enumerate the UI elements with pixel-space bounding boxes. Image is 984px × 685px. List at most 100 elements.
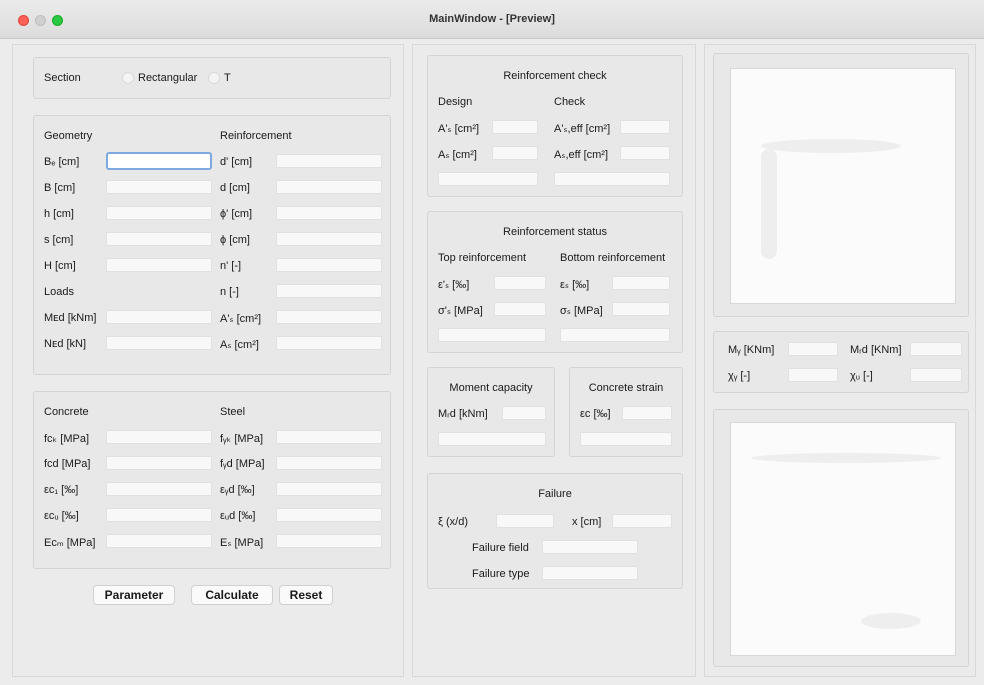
fyk-input[interactable] [276,430,382,444]
parameter-button[interactable]: Parameter [93,585,175,605]
med-input[interactable] [106,310,212,324]
mrd-curv-output [910,342,962,356]
reinforcement-check-title: Reinforcement check [503,70,607,82]
check-label: Check [554,96,586,108]
failure-title: Failure [538,488,572,500]
asprime-design-label: A'ₛ [cm²] [438,123,480,135]
my-output [788,342,838,356]
phiprime-label: ϕ' [cm] [220,208,253,220]
be-label: Bₑ [cm] [44,156,80,168]
eud-input[interactable] [276,508,382,522]
t-section-radio[interactable] [208,72,220,84]
d-label: d [cm] [220,182,250,194]
concrete-strain-group: Concrete strain εᴄ [‰] [569,367,683,457]
failure-field-output [542,540,638,554]
check-status-output [554,172,670,186]
fck-input[interactable] [106,430,212,444]
mrd-label: Mᵣd [kNm] [438,408,488,420]
as-eff-output [620,146,670,160]
top-status-output [438,328,546,342]
asprime-eff-label: A'ₛ,eff [cm²] [554,123,611,135]
reset-button[interactable]: Reset [279,585,333,605]
rectangular-radio-label[interactable]: Rectangular [138,72,197,84]
fcd-input[interactable] [106,456,212,470]
fcd-label: fᴄd [MPa] [44,458,91,470]
plots-panel: Mᵧ [KNm] Mᵣd [KNm] χᵧ [-] χᵤ [-] [704,44,976,677]
d-input[interactable] [276,180,382,194]
phi-label: ϕ [cm] [220,234,250,246]
phiprime-input[interactable] [276,206,382,220]
es-input[interactable] [276,534,382,548]
asprime-input[interactable] [276,310,382,324]
xi-output [496,514,554,528]
moment-capacity-title: Moment capacity [449,382,533,394]
asprime-eff-output [620,120,670,134]
as-input[interactable] [276,336,382,350]
sig-bottom-label: σₛ [MPa] [560,305,603,317]
nprime-input[interactable] [276,258,382,272]
t-section-radio-label[interactable]: T [224,72,231,84]
reinforcement-status-group: Reinforcement status Top reinforcement B… [427,211,683,353]
concrete-title: Concrete [44,406,89,418]
n-input[interactable] [276,284,382,298]
mrd-curv-label: Mᵣd [KNm] [850,344,902,356]
results-panel: Reinforcement check Design Check A'ₛ [cm… [412,44,696,677]
hh-input[interactable] [106,258,212,272]
reinforcement-status-title: Reinforcement status [503,226,607,238]
hh-label: H [cm] [44,260,76,272]
sig-top-label: σ'ₛ [MPa] [438,305,483,317]
ned-input[interactable] [106,336,212,350]
b-input[interactable] [106,180,212,194]
as-eff-label: Aₛ,eff [cm²] [554,149,609,161]
curvature-group: Mᵧ [KNm] Mᵣd [KNm] χᵧ [-] χᵤ [-] [713,331,969,393]
failure-group: Failure ξ (x/d) x [cm] Failure field Fai… [427,473,683,589]
ecm-input[interactable] [106,534,212,548]
moment-capacity-group: Moment capacity Mᵣd [kNm] [427,367,555,457]
title-bar: MainWindow - [Preview] [0,0,984,39]
xi-label: ξ (x/d) [438,516,468,528]
eyd-input[interactable] [276,482,382,496]
section-plot-group [713,53,969,317]
failure-type-label: Failure type [472,568,530,580]
moment-curvature-plot-group [713,409,969,667]
as-design-label: Aₛ [cm²] [438,149,477,161]
eps-top-label: ε'ₛ [‰] [438,279,470,291]
mc-plot-shade-2 [861,613,921,629]
loads-title: Loads [44,286,74,298]
asprime-label: A'ₛ [cm²] [220,313,262,325]
h-label: h [cm] [44,208,74,220]
asprime-design-output [492,120,538,134]
geometry-reinforcement-group: Geometry Reinforcement Bₑ [cm] B [cm] h … [33,115,391,375]
moment-status-output [438,432,546,446]
concrete-strain-title: Concrete strain [588,382,664,394]
sig-top-output [494,302,546,316]
section-plot-shade-1 [761,139,901,153]
es-label: Eₛ [MPa] [220,537,264,549]
failure-type-output [542,566,638,580]
be-input[interactable] [106,152,212,170]
epsc-label: εᴄ [‰] [580,408,611,420]
s-input[interactable] [106,232,212,246]
eps-top-output [494,276,546,290]
h-input[interactable] [106,206,212,220]
epsc-output [622,406,672,420]
dprime-label: d' [cm] [220,156,253,168]
window-title: MainWindow - [Preview] [429,13,555,25]
ecu-input[interactable] [106,508,212,522]
sig-bottom-output [612,302,670,316]
as-design-output [492,146,538,160]
ecm-label: Eᴄₘ [MPa] [44,537,96,549]
top-reinforcement-label: Top reinforcement [438,252,527,264]
dprime-input[interactable] [276,154,382,168]
design-label: Design [438,96,473,108]
phi-input[interactable] [276,232,382,246]
s-label: s [cm] [44,234,74,246]
calculate-button[interactable]: Calculate [191,585,273,605]
ned-label: Nᴇd [kN] [44,338,87,350]
fyd-input[interactable] [276,456,382,470]
ec1-input[interactable] [106,482,212,496]
reinforcement-check-group: Reinforcement check Design Check A'ₛ [cm… [427,55,683,197]
bottom-reinforcement-label: Bottom reinforcement [560,252,666,264]
rectangular-radio[interactable] [122,72,134,84]
mc-plot-shade-1 [751,453,941,463]
